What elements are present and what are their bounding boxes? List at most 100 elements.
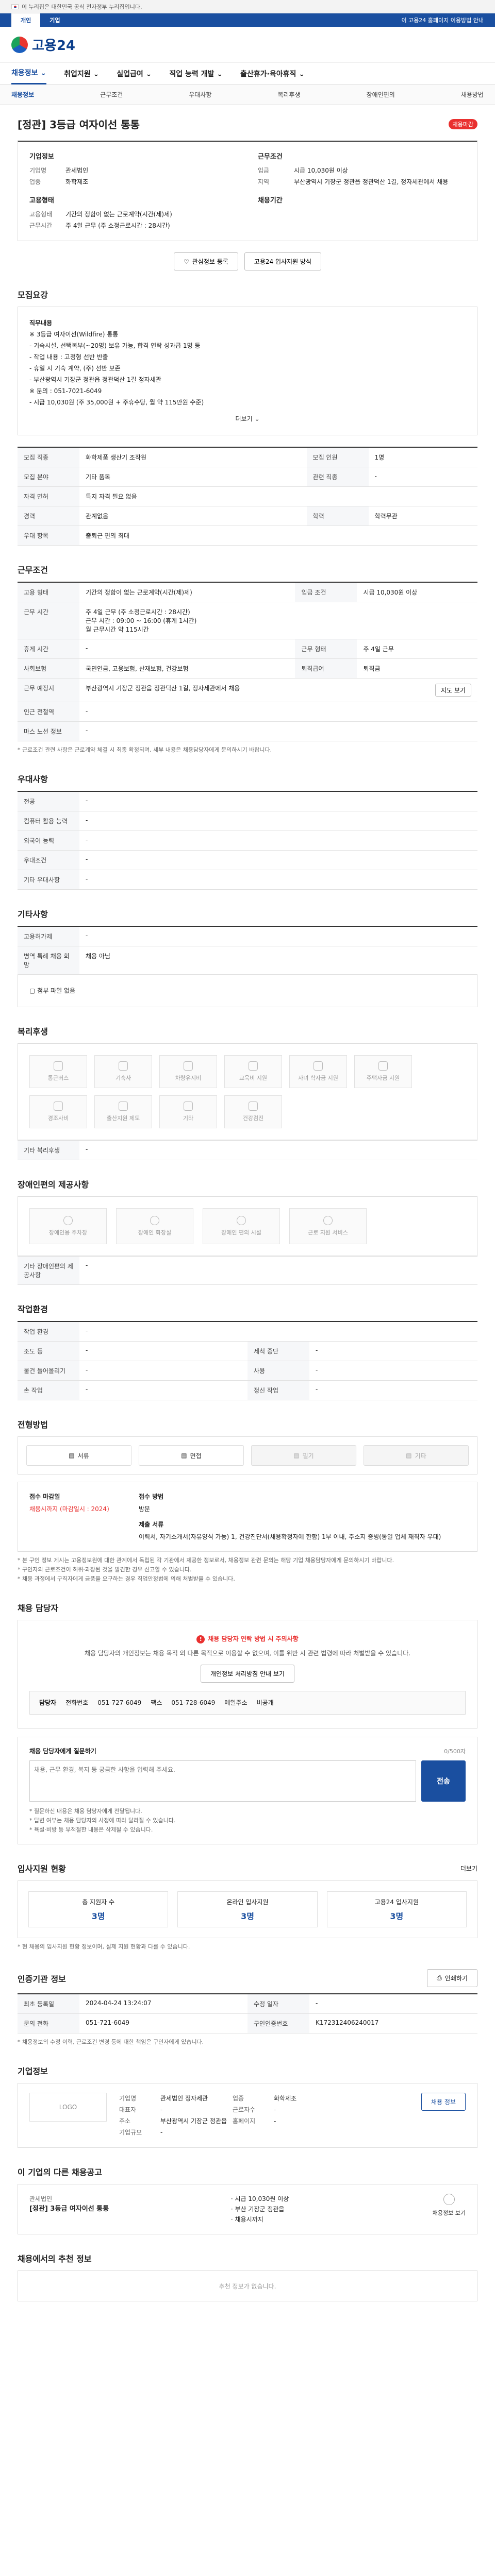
recruit-line: ※ 문의 : 051-7021-6049 (29, 387, 102, 395)
disability-other-value: - (79, 1256, 477, 1285)
section-tab-0[interactable]: 채용정보 (11, 90, 34, 99)
welfare-label: 경조사비 (47, 1115, 69, 1122)
row-value: 국민연금, 고용보험, 산재보험, 건강보험 (79, 658, 295, 679)
welfare-icon (119, 1101, 128, 1111)
row-label: 세척 중단 (248, 1341, 309, 1361)
contact-details: 담당자 전화번호 051-727-6049 팩스 051-728-6049 메일주소… (29, 1691, 466, 1715)
nav-item-4[interactable]: 출산휴가·육아휴직 ⌄ (240, 69, 305, 79)
row-label: 사용 (248, 1361, 309, 1381)
other-job-title[interactable]: [정관] 3등급 여자이선 통통 (29, 2204, 216, 2214)
recruit-line: 직무내용 (29, 319, 53, 327)
work-hours-value: 주 4일 근무 (주 소정근로시간 : 28시간) (65, 222, 170, 229)
row-value: - (368, 467, 477, 487)
row-value: 2024-04-24 13:24:07 (79, 1994, 248, 2014)
welfare-icon (314, 1061, 323, 1071)
row-value: - (79, 850, 477, 870)
row-value: 관계없음 (79, 506, 307, 526)
more-button[interactable]: 더보기 ⌄ (29, 413, 466, 425)
applicants-more-link[interactable]: 더보기 (460, 1864, 477, 1873)
print-button[interactable]: ⎙ 인쇄하기 (427, 1969, 477, 1987)
section-tab-4[interactable]: 장애인편의 (367, 90, 395, 99)
table-row: 모집 직종 화학제품 생산기 조작원 모집 인원 1명 (18, 447, 477, 467)
privacy-policy-button[interactable]: 개인정보 처리방침 안내 보기 (201, 1665, 294, 1683)
site-logo[interactable]: 고용24 (11, 35, 75, 54)
row-value: - (79, 1321, 477, 1342)
other-job-meta-item: · 채용시까지 (230, 2216, 263, 2223)
logo-text: 고용24 (32, 38, 76, 54)
welfare-icon (249, 1061, 258, 1071)
stat-value: 3명 (91, 1911, 105, 1921)
contact-warning: 채용 담당자 연락 방법 시 주의사항 (208, 1635, 299, 1642)
section-tab-1[interactable]: 근무조건 (100, 90, 123, 99)
status-badge: 채용마감 (448, 118, 477, 129)
row-value: - (79, 926, 477, 946)
table-row: 물건 들어올리기 - 사용 - (18, 1361, 477, 1381)
other-job-meta-item: · 시급 10,030원 이상 (230, 2195, 289, 2202)
row-label: 경력 (18, 506, 79, 526)
row-label: 퇴직급여 (295, 658, 357, 679)
job-summary: 기업정보 기업명 관세법인 업종 화학제조 고용형태 고용형태 기간의 정함이 없는 … (18, 141, 477, 241)
help-link[interactable]: 이 고용24 홈페이지 이용방법 안내 (401, 16, 484, 24)
other-job-meta: · 시급 10,030원 이상 · 부산 기장군 정관읍 · 채용시까지 (231, 2194, 417, 2225)
row-value: 출퇴근 편의 최대 (79, 526, 477, 546)
section-tab-5[interactable]: 채용방법 (461, 90, 484, 99)
qa-send-button[interactable]: 전송 (421, 1760, 466, 1802)
environment-title: 작업환경 (18, 1304, 48, 1314)
other-jobs-title: 이 기업의 다른 채용공고 (18, 2167, 102, 2177)
recruit-line: - 시급 10,030원 (주 35,000원 + 주휴수당, 월 약 115만… (29, 399, 204, 406)
tab-company[interactable]: 기업 (40, 13, 69, 27)
row-label: 작업 환경 (18, 1321, 79, 1342)
row-value: - (79, 1341, 248, 1361)
hiring-notes: * 본 구인 정보 게시는 고용정보원에 대한 관계에서 독립된 각 기관에서 … (18, 1556, 477, 1584)
note-line: * 질문하신 내용은 채용 담당자에게 전달됩니다. (29, 1808, 142, 1815)
work-hours-label: 근무시간 (29, 222, 53, 229)
industry-value: 화학제조 (65, 178, 89, 185)
welfare-label: 기타 (183, 1115, 194, 1122)
section-tab-3[interactable]: 복리후생 (277, 90, 300, 99)
other-conditions-table: 고용허가제 - 병역 특례 채용 희망 채용 아님 (18, 926, 477, 975)
recruit-line: - 휴일 시 기숙 계약, (주) 선반 보존 (29, 365, 121, 372)
stat-value: 3명 (390, 1911, 404, 1921)
qa-input[interactable] (29, 1760, 416, 1802)
scrap-button[interactable]: ♡ 관심정보 등록 (173, 252, 238, 270)
nav-item-1[interactable]: 취업지원 ⌄ (64, 69, 99, 79)
attachment-text: 첨부 파일 없음 (37, 987, 76, 994)
tab-personal[interactable]: 개인 (11, 13, 41, 27)
row-label: 외국어 능력 (18, 831, 79, 851)
company-logo: LOGO (29, 2093, 107, 2122)
row-label: 구인인증번호 (248, 2014, 309, 2033)
table-row: 기타 우대사항 - (18, 870, 477, 890)
hiring-method: ▤ 기타 (364, 1445, 469, 1466)
section-tab-2[interactable]: 우대사항 (189, 90, 211, 99)
main-nav: 채용정보 ⌄ 취업지원 ⌄ 실업급여 ⌄ 직업 능력 개발 ⌄ 출산휴가·육아휴직 ⌄ (0, 63, 495, 84)
contact-desc: 채용 담당자의 개인정보는 채용 목적 외 다른 목적으로 이용할 수 없으며,… (84, 1650, 411, 1657)
other-job-card[interactable]: 관세법인 [정관] 3등급 여자이선 통통 · 시급 10,030원 이상 · 부… (18, 2184, 477, 2234)
apply-method-button[interactable]: 고용24 입사지원 방식 (244, 252, 322, 270)
contact-title: 채용 담당자 (18, 1603, 59, 1613)
disability-label: 장애인 화장실 (138, 1229, 172, 1236)
row-value: 주 4일 근무 (357, 639, 477, 659)
work-conditions-title: 근무조건 (18, 565, 48, 575)
nav-item-0[interactable]: 채용정보 ⌄ (11, 63, 47, 84)
welfare-icon (184, 1061, 193, 1071)
welfare-icon (54, 1101, 63, 1111)
other-job-view-link[interactable]: 채용정보 보기 (433, 2208, 466, 2218)
row-label: 우대조건 (18, 850, 79, 870)
job-title-row: [정관] 3등급 여자이선 통통 채용마감 (18, 116, 477, 131)
disability-item: 근로 지원 서비스 (289, 1208, 367, 1244)
wage-label: 임금 (258, 167, 270, 174)
nav-item-2[interactable]: 실업급여 ⌄ (117, 69, 152, 79)
row-value: - (79, 791, 477, 811)
map-button[interactable]: 지도 보기 (435, 684, 471, 697)
company-detail-button[interactable]: 채용 정보 (421, 2093, 466, 2111)
row-value: 부산광역시 기장군 정관읍 정관덕산 1길, 정자세관에서 채용 지도 보기 (79, 678, 477, 702)
row-value: K172312406240017 (309, 2014, 477, 2033)
row-label: 학력 (306, 506, 369, 526)
row-label: 고용 형태 (18, 582, 79, 602)
welfare-label: 주택자금 지원 (366, 1075, 400, 1081)
nav-item-3[interactable]: 직업 능력 개발 ⌄ (169, 69, 223, 79)
company-field-value: - (274, 2117, 276, 2125)
row-value: 051-721-6049 (79, 2014, 248, 2033)
row-value: 채용 아님 (79, 946, 477, 975)
row-value: - (309, 1361, 477, 1381)
